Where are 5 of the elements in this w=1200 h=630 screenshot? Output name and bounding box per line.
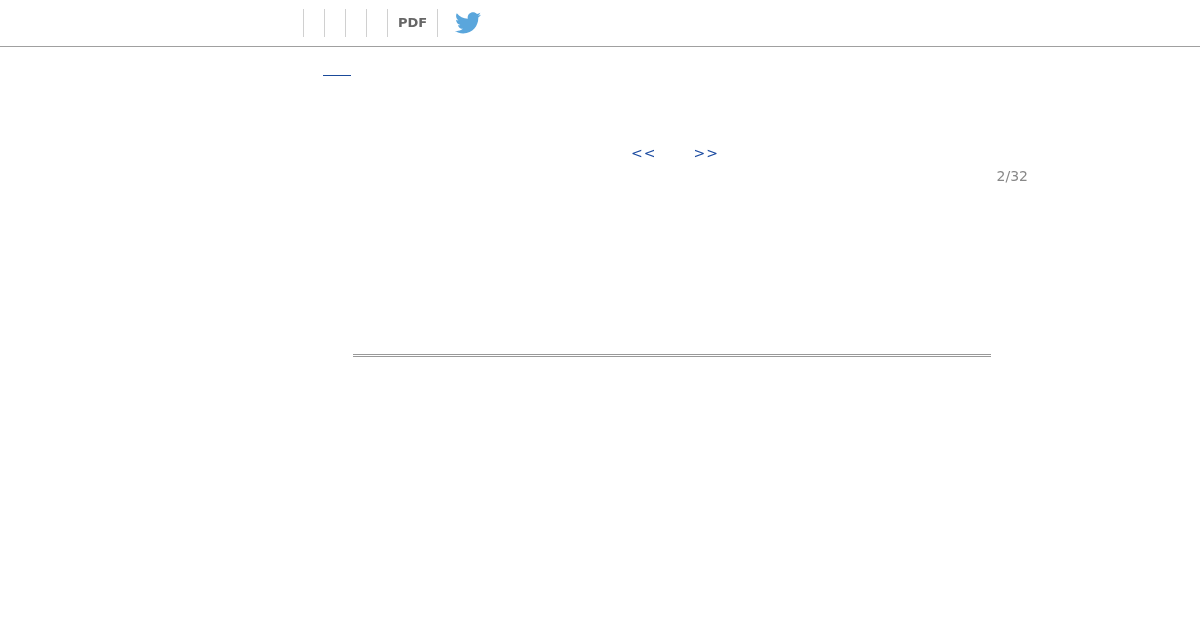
bird-icon[interactable] bbox=[455, 12, 482, 34]
page-counter: 2/32 bbox=[996, 168, 1028, 184]
next-link[interactable]: >> bbox=[693, 145, 719, 161]
pdf-link[interactable]: PDF bbox=[387, 9, 439, 37]
previous-link[interactable]: << bbox=[631, 145, 657, 161]
